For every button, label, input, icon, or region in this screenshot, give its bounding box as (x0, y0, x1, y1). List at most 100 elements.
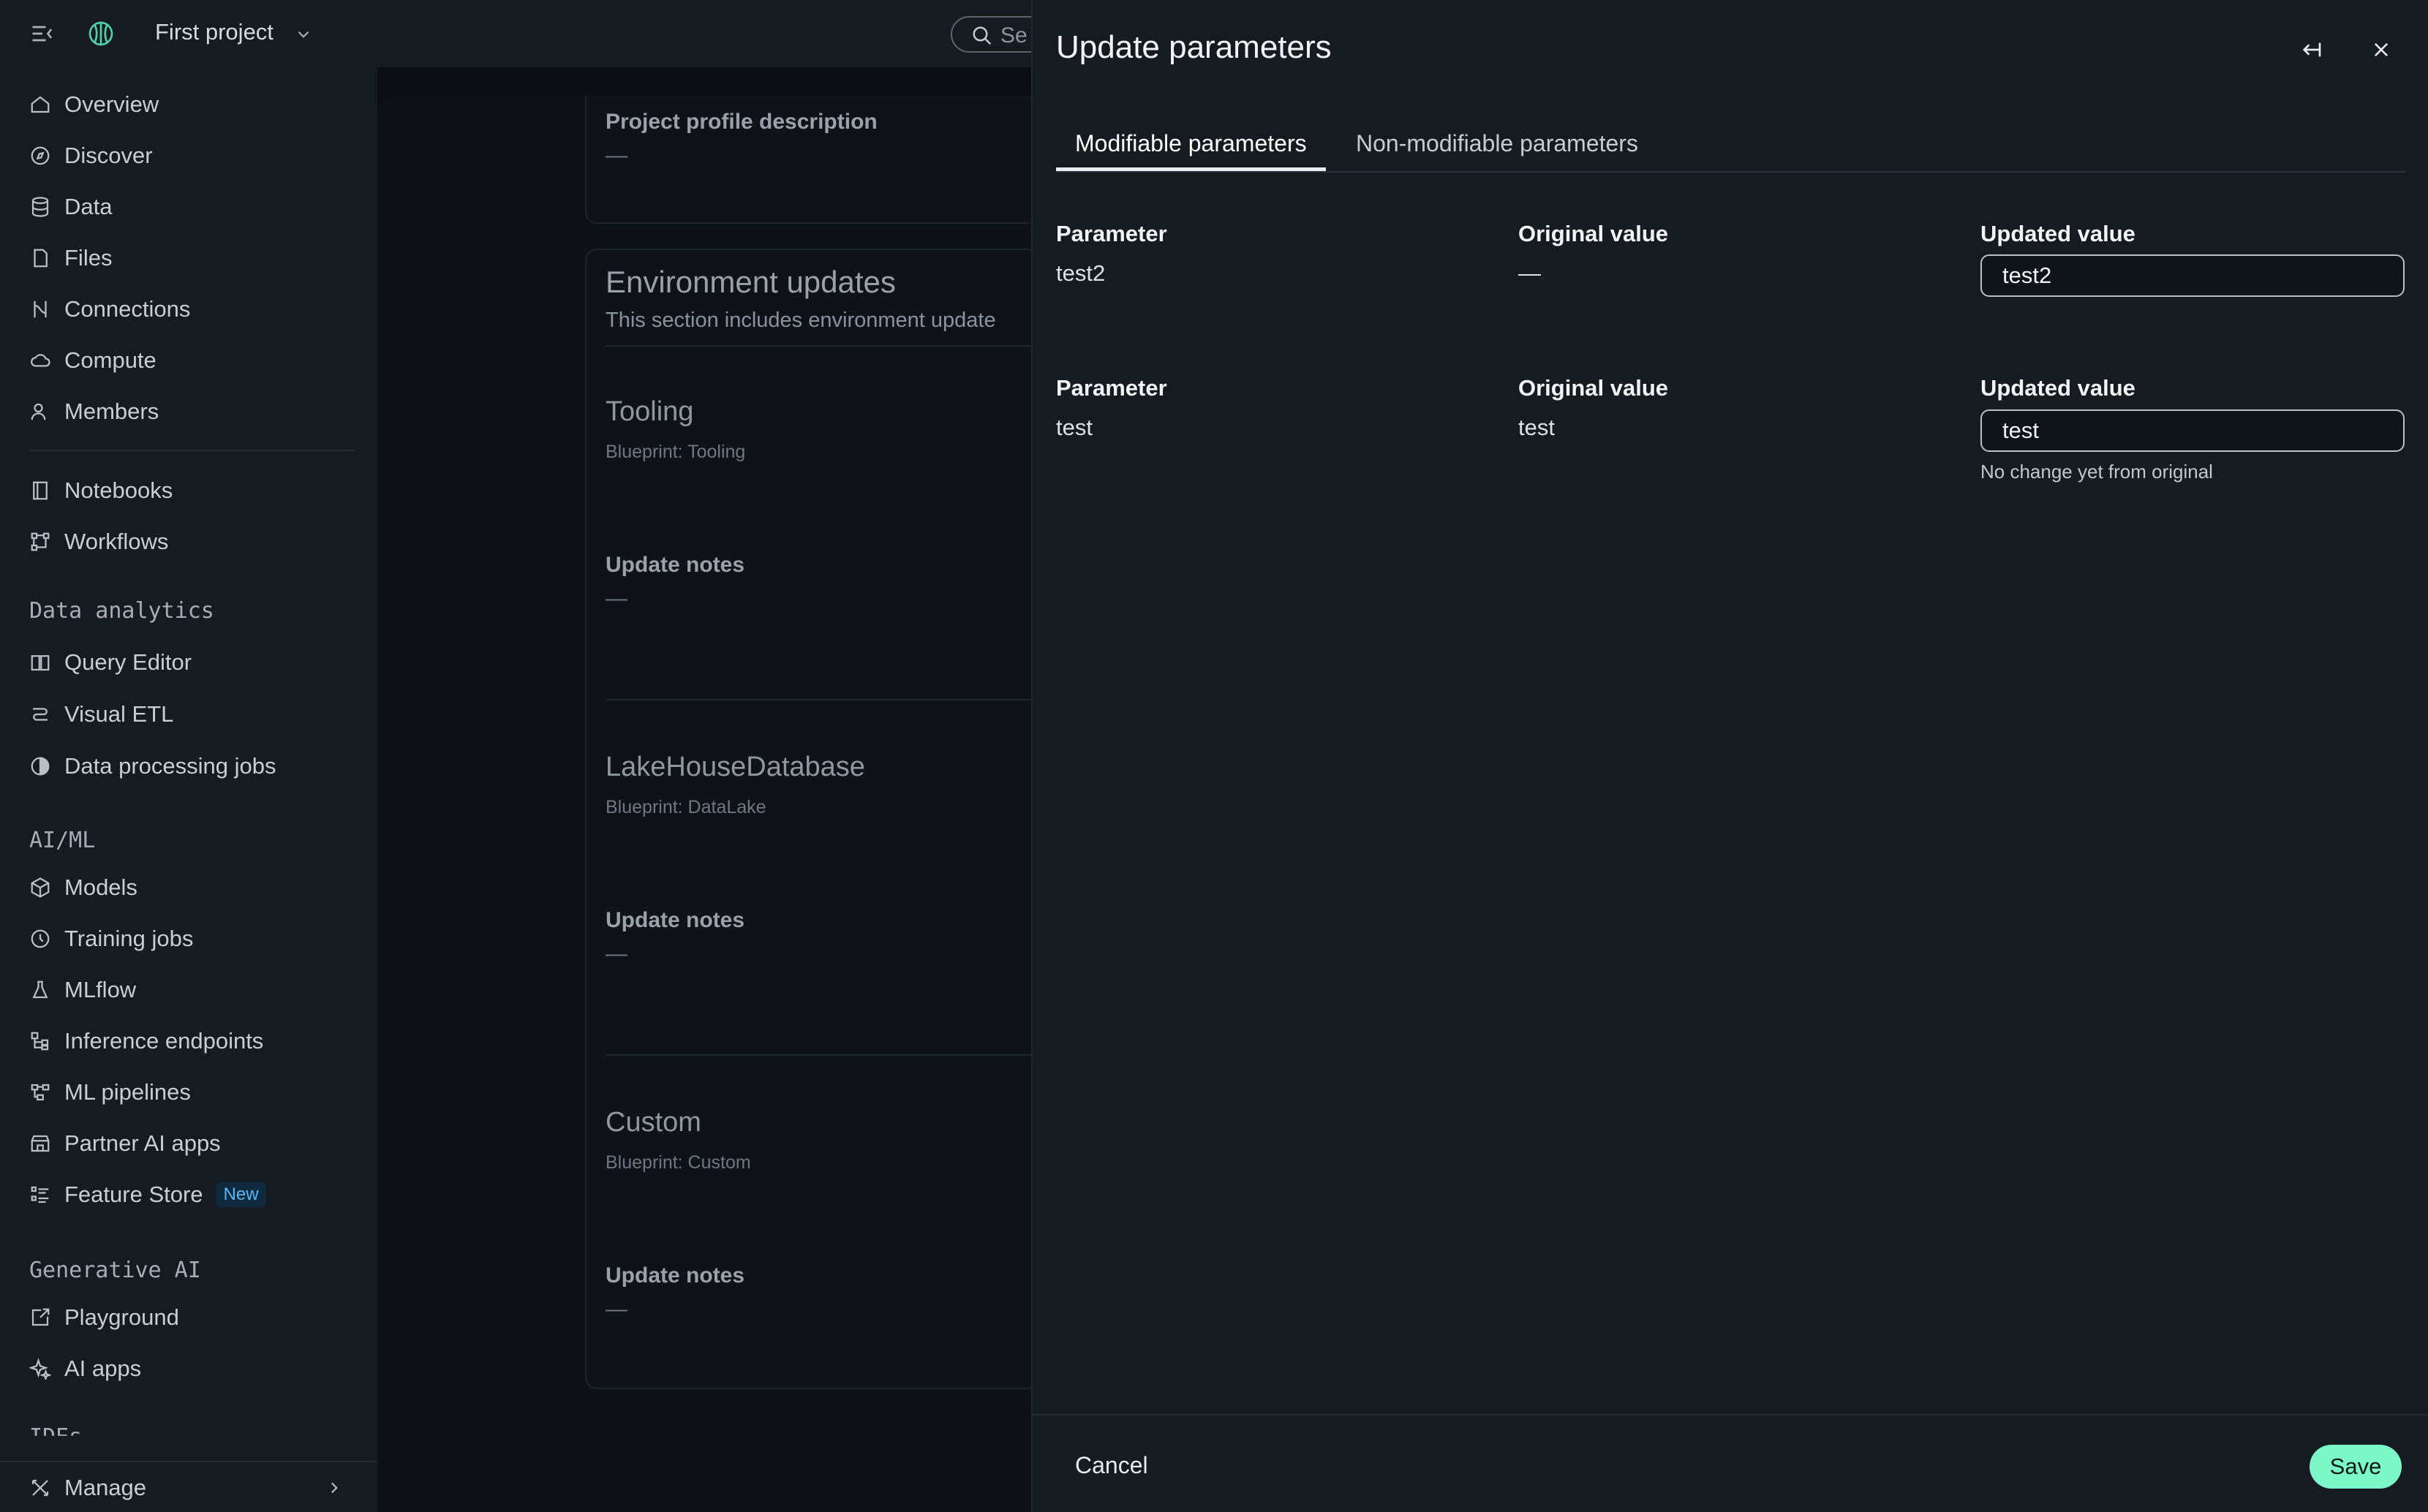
database-icon (31, 197, 49, 217)
block-title: LakeHouseDatabase (606, 752, 865, 782)
section-label-generative-ai: Generative AI (29, 1258, 201, 1283)
sidebar-item-label: Visual ETL (64, 701, 174, 727)
block-blueprint: Blueprint: Tooling (606, 442, 746, 462)
sidebar-item-label: Connections (64, 296, 191, 322)
sidebar-item-files[interactable]: Files (29, 236, 112, 280)
sidebar-item-label: Playground (64, 1304, 179, 1330)
sidebar-item-inference-endpoints[interactable]: Inference endpoints (29, 1019, 263, 1063)
tab-bar: Modifiable parameters Non-modifiable par… (1056, 116, 2406, 173)
block-title: Tooling (606, 396, 694, 427)
sidebar-item-label: Files (64, 245, 113, 271)
sidebar-item-label: Overview (64, 91, 159, 117)
updated-value-input[interactable]: test (1980, 409, 2405, 452)
chevron-down-icon[interactable] (294, 25, 313, 44)
sparkle-icon (29, 1358, 51, 1380)
parameter-name: test2 (1056, 260, 1106, 286)
divider (29, 450, 355, 451)
chevron-right-icon[interactable] (325, 1478, 344, 1497)
divider (606, 345, 1059, 347)
sidebar-item-label: Inference endpoints (64, 1028, 264, 1054)
close-icon[interactable] (2371, 39, 2391, 60)
panel-title: Update parameters (1056, 29, 1332, 65)
collapse-panel-icon[interactable] (2299, 38, 2323, 61)
update-notes-value: — (606, 1297, 627, 1321)
app-logo-icon (88, 21, 113, 46)
manage-label: Manage (64, 1475, 147, 1500)
sidebar-item-discover[interactable]: Discover (29, 134, 153, 178)
sidebar-item-feature-store[interactable]: Feature Store New (29, 1173, 266, 1217)
parameter-label: Parameter (1056, 375, 1167, 401)
top-bar: First project Se (0, 0, 1068, 67)
file-icon (34, 249, 48, 268)
original-value: — (1518, 260, 1541, 286)
sidebar-item-ai-apps[interactable]: AI apps (29, 1347, 141, 1391)
panel-footer: Cancel Save (1033, 1414, 2428, 1512)
sidebar-item-mlflow[interactable]: MLflow (29, 968, 136, 1012)
block-blueprint: Blueprint: Custom (606, 1152, 751, 1173)
sidebar-item-data[interactable]: Data (29, 185, 112, 229)
update-parameters-panel: Update parameters Modifiable parameters … (1031, 0, 2428, 1512)
list-icon (31, 1186, 49, 1203)
sidebar-item-partner-ai-apps[interactable]: Partner AI apps (29, 1122, 221, 1165)
save-button[interactable]: Save (2310, 1445, 2402, 1489)
sidebar-item-members[interactable]: Members (29, 390, 159, 434)
sidebar-item-overview[interactable]: Overview (29, 83, 159, 126)
sidebar-item-label: Data processing jobs (64, 753, 276, 779)
sidebar-item-label: MLflow (64, 977, 137, 1002)
home-icon (31, 96, 50, 113)
sidebar-item-visual-etl[interactable]: Visual ETL (29, 692, 173, 736)
search-icon (973, 26, 992, 45)
playground-icon (31, 1308, 50, 1326)
update-notes-value: — (606, 586, 627, 611)
sidebar-item-connections[interactable]: Connections (29, 287, 190, 331)
compass-icon (31, 146, 50, 165)
cube-icon (31, 877, 50, 898)
tab-modifiable-parameters[interactable]: Modifiable parameters (1056, 121, 1326, 171)
update-notes-label: Update notes (606, 553, 745, 577)
members-icon (31, 403, 46, 420)
sidebar-item-compute[interactable]: Compute (29, 339, 157, 382)
sidebar-item-label: Workflows (64, 529, 169, 554)
clock-icon (31, 929, 50, 948)
sidebar-item-data-processing-jobs[interactable]: Data processing jobs (29, 744, 276, 788)
etl-icon (33, 708, 48, 721)
flask-icon (32, 980, 48, 999)
divider (606, 1054, 1059, 1056)
sidebar-item-notebooks[interactable]: Notebooks (29, 469, 173, 513)
tab-non-modifiable-parameters[interactable]: Non-modifiable parameters (1337, 121, 1657, 171)
notebook-icon (33, 481, 48, 500)
update-notes-label: Update notes (606, 1263, 745, 1288)
environment-card: Environment updates This section include… (585, 249, 1059, 1389)
new-badge: New (216, 1182, 266, 1207)
sidebar-item-models[interactable]: Models (29, 866, 137, 910)
cancel-button[interactable]: Cancel (1075, 1452, 1148, 1479)
sidebar-item-playground[interactable]: Playground (29, 1296, 179, 1339)
sidebar-item-label: ML pipelines (64, 1079, 191, 1105)
sidebar-item-query-editor[interactable]: Query Editor (29, 640, 192, 684)
collapse-menu-icon[interactable] (29, 20, 56, 47)
block-title: Custom (606, 1107, 701, 1138)
sidebar-item-label: Feature Store (64, 1182, 203, 1207)
manage-button[interactable]: Manage (29, 1466, 146, 1510)
sidebar-item-workflows[interactable]: Workflows (29, 520, 168, 564)
updated-value-input[interactable]: test2 (1980, 254, 2405, 297)
workflow-icon (31, 532, 50, 551)
main-content: Project profile description — Environmen… (377, 67, 1059, 1512)
divider (606, 699, 1059, 700)
cloud-icon (31, 354, 50, 367)
sidebar-item-label: Partner AI apps (64, 1130, 221, 1156)
sidebar-item-label: Members (64, 398, 159, 424)
project-selector[interactable]: First project (155, 19, 274, 45)
sidebar-item-label: AI apps (64, 1356, 142, 1381)
sidebar-item-label: Training jobs (64, 926, 194, 951)
sidebar-item-training-jobs[interactable]: Training jobs (29, 917, 193, 961)
environment-title: Environment updates (606, 265, 896, 299)
update-notes-value: — (606, 942, 627, 966)
section-label-aiml: AI/ML (29, 828, 96, 853)
tools-icon (31, 1479, 49, 1497)
sidebar-item-ml-pipelines[interactable]: ML pipelines (29, 1070, 191, 1114)
field-hint: No change yet from original (1980, 461, 2213, 483)
sidebar-item-label: Discover (64, 143, 153, 168)
profile-card: Project profile description — (585, 95, 1038, 224)
profile-description-label: Project profile description (606, 110, 878, 134)
